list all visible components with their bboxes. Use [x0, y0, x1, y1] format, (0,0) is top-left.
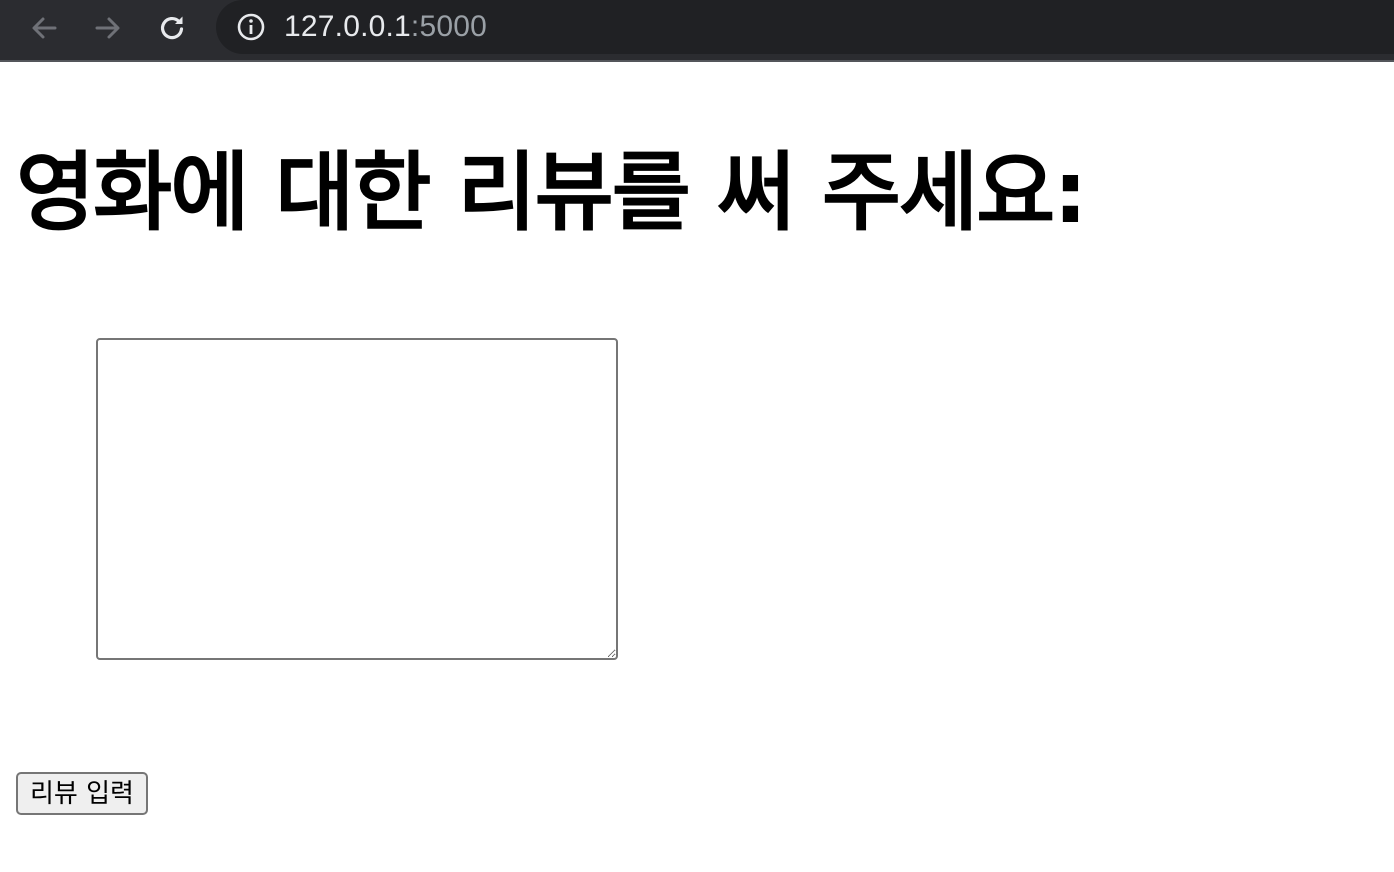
url-host: 127.0.0.1 [284, 10, 411, 43]
address-bar[interactable]: 127.0.0.1:5000 [216, 0, 1394, 54]
back-button[interactable] [24, 8, 64, 48]
reload-icon [160, 16, 184, 40]
review-textarea[interactable] [96, 338, 618, 660]
browser-toolbar: 127.0.0.1:5000 [0, 0, 1394, 62]
submit-review-button[interactable]: 리뷰 입력 [16, 772, 148, 815]
arrow-left-icon [32, 17, 57, 39]
reload-button[interactable] [152, 8, 192, 48]
info-icon[interactable] [236, 12, 266, 42]
url-text[interactable]: 127.0.0.1:5000 [284, 8, 487, 46]
forward-button[interactable] [88, 8, 128, 48]
page-heading: 영화에 대한 리뷰를 써 주세요: [16, 143, 1088, 243]
arrow-right-icon [95, 17, 120, 39]
url-port: :5000 [410, 10, 487, 43]
